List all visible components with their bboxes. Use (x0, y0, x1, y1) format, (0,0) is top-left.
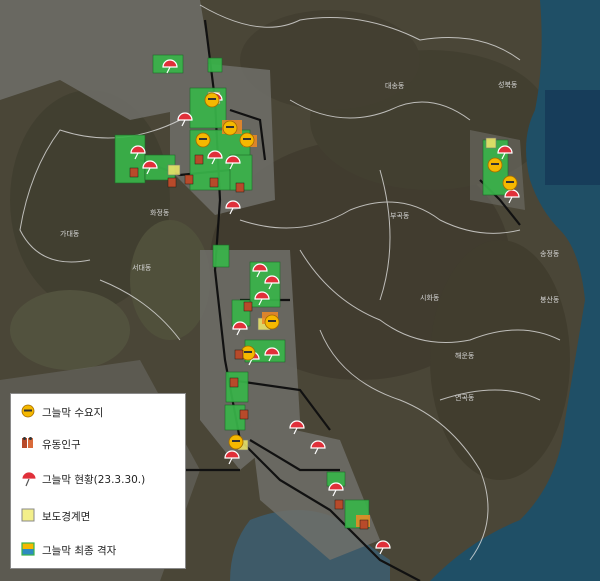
place-label: 부곡동 (390, 212, 410, 220)
sidewalk-cell (167, 164, 181, 176)
satellite-map[interactable]: 대송동 성북동 가대동 서대동 부곡동 시화동 송정동 봉산동 해운동 연곡동 … (0, 0, 600, 581)
legend-item-parasol: 그늘막 현황(23.3.30.) (21, 471, 145, 487)
deep-water (545, 90, 600, 185)
place-label: 봉산동 (540, 295, 560, 304)
legend-label: 유동인구 (42, 438, 81, 451)
sun-face-icon (21, 404, 37, 420)
place-label: 가대동 (60, 229, 80, 238)
legend-item-population: 유동인구 (21, 436, 81, 452)
people-icon (21, 436, 37, 452)
parasol-icon (21, 471, 37, 487)
legend-label: 그늘막 최종 격자 (42, 544, 117, 557)
legend-item-demand: 그늘막 수요지 (21, 404, 103, 420)
legend-label: 그늘막 현황(23.3.30.) (42, 473, 146, 486)
place-label: 서대동 (132, 263, 152, 272)
legend-item-sidewalk: 보도경계면 (21, 508, 90, 524)
legend-item-grid: 그늘막 최종 격자 (21, 542, 116, 558)
place-label: 대송동 (385, 82, 405, 90)
legend-label: 그늘막 수요지 (42, 406, 104, 419)
grid-cell-icon (21, 542, 37, 558)
place-label: 성북동 (498, 80, 518, 89)
yellow-square-icon (21, 508, 37, 524)
sidewalk-cell (485, 137, 497, 149)
place-label: 화정동 (150, 208, 170, 217)
place-label: 연곡동 (455, 394, 475, 402)
place-label: 해운동 (455, 351, 475, 360)
map-legend: 그늘막 수요지 유동인구 그늘막 현황(23.3.30.) 보도경계면 그늘막 … (10, 393, 186, 569)
place-label: 송정동 (540, 249, 560, 258)
place-label: 시화동 (420, 294, 440, 302)
legend-label: 보도경계면 (42, 510, 91, 523)
grid-cell (207, 57, 223, 73)
grid-cell (212, 244, 230, 268)
